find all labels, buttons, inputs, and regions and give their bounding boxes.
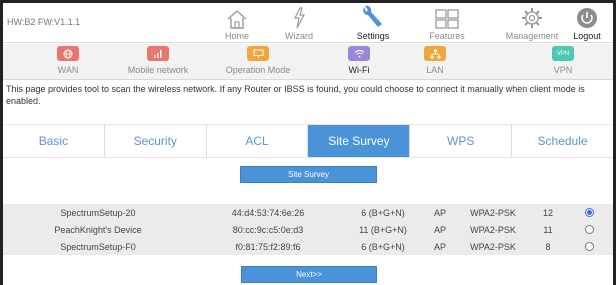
- vpn-icon-text: VPN: [556, 50, 570, 57]
- wifi-tabs: Basic Security ACL Site Survey WPS Sched…: [3, 124, 613, 158]
- tab-security[interactable]: Security: [104, 125, 207, 157]
- nav-logout-label: Logout: [573, 31, 601, 41]
- table-row[interactable]: SpectrumSetup-F0 f0:81:75:f2:89:f6 6 (B+…: [3, 238, 613, 255]
- next-button[interactable]: Next>>: [241, 266, 377, 283]
- lan-icon: [424, 46, 446, 61]
- encryption-cell: WPA2-PSK: [470, 207, 516, 218]
- ssid-cell: SpectrumSetup-F0: [60, 241, 136, 252]
- tab-wps[interactable]: WPS: [410, 125, 513, 157]
- top-navigation-bar: HW:B2 FW:V1.1.1 Home Wizard Settings Fea…: [3, 3, 613, 43]
- subnav-mobile-network-label: Mobile network: [127, 65, 189, 75]
- gear-icon: [521, 3, 543, 29]
- ssid-cell: SpectrumSetup-20: [60, 207, 136, 218]
- type-cell: AP: [433, 207, 446, 218]
- channel-cell: 6 (B+G+N): [361, 241, 405, 252]
- wrench-icon: [360, 3, 386, 29]
- channel-cell: 11 (B+G+N): [359, 224, 407, 235]
- bssid-cell: f0:81:75:f2:89:f6: [235, 241, 301, 252]
- settings-sub-navigation: WAN Mobile network Operation Mode Wi-Fi …: [3, 44, 613, 80]
- channel-cell: 6 (B+G+N): [361, 207, 405, 218]
- tab-acl[interactable]: ACL: [206, 125, 309, 157]
- signal-cell: 12: [542, 207, 553, 218]
- tab-schedule[interactable]: Schedule: [512, 125, 613, 157]
- subnav-mobile-network[interactable]: Mobile network: [113, 46, 203, 80]
- nav-features-label: Features: [429, 31, 465, 41]
- subnav-operation-mode-label: Operation Mode: [225, 65, 291, 75]
- type-cell: AP: [433, 241, 446, 252]
- subnav-lan-label: LAN: [426, 65, 444, 75]
- nav-management-label: Management: [505, 31, 559, 41]
- signal-cell: 11: [543, 224, 553, 235]
- tab-site-survey[interactable]: Site Survey: [308, 125, 411, 157]
- home-icon: [226, 3, 248, 29]
- grid-icon: [435, 3, 459, 29]
- nav-logout[interactable]: Logout: [556, 3, 616, 43]
- site-survey-results: SpectrumSetup-20 44:d4:53:74:6e:26 6 (B+…: [3, 204, 613, 255]
- select-radio[interactable]: [585, 225, 594, 234]
- type-cell: AP: [433, 224, 446, 235]
- nav-wizard[interactable]: Wizard: [259, 3, 339, 43]
- select-radio[interactable]: [585, 242, 594, 251]
- vpn-icon: VPN: [552, 46, 574, 61]
- table-row[interactable]: PeachKnight's Device 80:cc:9c:c5:0e:d3 1…: [3, 221, 613, 238]
- nav-features[interactable]: Features: [407, 3, 487, 43]
- logout-icon: [576, 3, 598, 29]
- globe-icon: [57, 46, 79, 61]
- subnav-vpn-label: VPN: [553, 65, 573, 75]
- encryption-cell: WPA2-PSK: [470, 224, 516, 235]
- signal-cell: 8: [545, 241, 551, 252]
- subnav-wan[interactable]: WAN: [23, 46, 113, 80]
- wifi-icon: [348, 46, 370, 61]
- firmware-version: HW:B2 FW:V1.1.1: [7, 17, 81, 27]
- signal-icon: [147, 46, 169, 61]
- subnav-lan[interactable]: LAN: [390, 46, 480, 80]
- site-survey-button[interactable]: Site Survey: [240, 166, 377, 183]
- ssid-cell: PeachKnight's Device: [54, 224, 142, 235]
- subnav-wan-label: WAN: [57, 65, 79, 75]
- subnav-vpn[interactable]: VPN VPN: [518, 46, 608, 80]
- tab-basic[interactable]: Basic: [3, 125, 105, 157]
- bssid-cell: 44:d4:53:74:6e:26: [231, 207, 305, 218]
- nav-home-label: Home: [224, 31, 249, 41]
- page-description: This page provides tool to scan the wire…: [6, 84, 585, 106]
- nav-settings-label: Settings: [356, 31, 390, 41]
- bssid-cell: 80:cc:9c:c5:0e:d3: [232, 224, 304, 235]
- nav-settings[interactable]: Settings: [333, 3, 413, 43]
- wizard-icon: [291, 3, 307, 29]
- monitor-icon: [247, 46, 269, 61]
- table-row[interactable]: SpectrumSetup-20 44:d4:53:74:6e:26 6 (B+…: [3, 204, 613, 221]
- encryption-cell: WPA2-PSK: [470, 241, 516, 252]
- subnav-operation-mode[interactable]: Operation Mode: [213, 46, 303, 80]
- nav-wizard-label: Wizard: [284, 31, 313, 41]
- select-radio[interactable]: [585, 208, 594, 217]
- subnav-wifi-label: Wi-Fi: [348, 65, 370, 75]
